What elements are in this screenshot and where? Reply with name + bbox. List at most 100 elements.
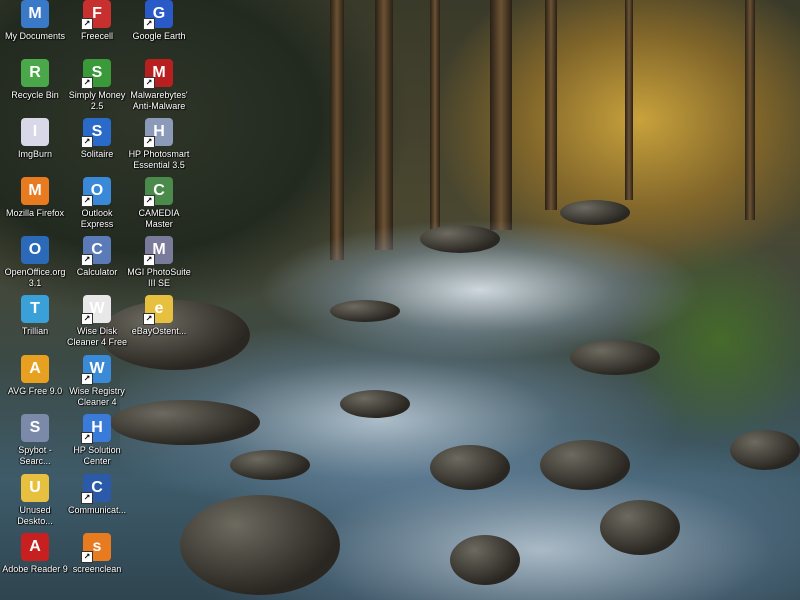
icon-glyph-mark: F bbox=[92, 5, 102, 22]
desktop-icon-label: CAMEDIA Master bbox=[138, 208, 180, 229]
desktop-icon[interactable]: W ↗ Wise Disk Cleaner 4 Free bbox=[64, 295, 130, 348]
desktop-icon[interactable]: e ↗ eBayOstent... bbox=[126, 295, 192, 337]
shortcut-arrow-icon: ↗ bbox=[143, 313, 155, 325]
desktop-icon-label: Communicat... bbox=[67, 505, 127, 515]
shortcut-arrow-icon: ↗ bbox=[81, 77, 93, 89]
shortcut-arrow-icon: ↗ bbox=[81, 492, 93, 504]
desktop-icon[interactable]: C ↗ Communicat... bbox=[64, 474, 130, 516]
malwarebytes-icon: M ↗ bbox=[143, 59, 173, 89]
desktop-icon[interactable]: O ↗ Outlook Express bbox=[64, 177, 130, 230]
desktop-icon-label: Wise Registry Cleaner 4 bbox=[69, 386, 125, 407]
desktop-icon-label: My Documents bbox=[4, 31, 66, 41]
rock bbox=[420, 225, 500, 253]
desktop-icon-label: Wise Disk Cleaner 4 Free bbox=[66, 326, 128, 347]
shortcut-arrow-icon: ↗ bbox=[143, 77, 155, 89]
desktop-icon[interactable]: T Trillian bbox=[2, 295, 68, 337]
mgi-photosuite-icon: M ↗ bbox=[143, 236, 173, 266]
desktop-icon[interactable]: I ImgBurn bbox=[2, 118, 68, 160]
desktop-icon-label: AVG Free 9.0 bbox=[7, 386, 63, 396]
icon-glyph-mark: M bbox=[28, 182, 42, 199]
icon-glyph-mark: S bbox=[29, 419, 41, 436]
desktop-icon-label: Recycle Bin bbox=[11, 90, 59, 100]
rock bbox=[180, 495, 340, 595]
icon-glyph-mark: S bbox=[91, 64, 103, 81]
desktop-icon-label: Spybot - Searc... bbox=[18, 445, 52, 466]
rock bbox=[340, 390, 410, 418]
rock bbox=[730, 430, 800, 470]
adobe-reader-icon: A bbox=[21, 533, 49, 561]
rock bbox=[560, 200, 630, 225]
tree-trunk bbox=[545, 0, 557, 210]
shortcut-arrow-icon: ↗ bbox=[81, 432, 93, 444]
desktop-icon[interactable]: A AVG Free 9.0 bbox=[2, 355, 68, 397]
desktop-icon-label: Adobe Reader 9 bbox=[2, 564, 68, 574]
desktop-icon[interactable]: C ↗ CAMEDIA Master bbox=[126, 177, 192, 230]
desktop-icon[interactable]: M ↗ Malwarebytes' Anti-Malware bbox=[126, 59, 192, 112]
icon-glyph-mark: T bbox=[30, 300, 40, 317]
solitaire-icon: S ↗ bbox=[81, 118, 111, 148]
desktop-icon[interactable]: W ↗ Wise Registry Cleaner 4 bbox=[64, 355, 130, 408]
desktop-icon[interactable]: G ↗ Google Earth bbox=[126, 0, 192, 42]
desktop-icon-label: Simply Money 2.5 bbox=[68, 90, 126, 111]
icon-glyph-mark: M bbox=[28, 5, 42, 22]
desktop-icon[interactable]: H ↗ HP Solution Center bbox=[64, 414, 130, 467]
desktop-icon[interactable]: M My Documents bbox=[2, 0, 68, 42]
icon-glyph-mark: e bbox=[154, 300, 164, 317]
openoffice-icon: O bbox=[21, 236, 49, 264]
desktop-icon[interactable]: R Recycle Bin bbox=[2, 59, 68, 101]
desktop-icon-label: Unused Deskto... bbox=[17, 505, 53, 526]
desktop-icon[interactable]: S ↗ Simply Money 2.5 bbox=[64, 59, 130, 112]
rock bbox=[540, 440, 630, 490]
icon-glyph-mark: R bbox=[29, 64, 41, 81]
rock bbox=[110, 400, 260, 445]
icon-glyph-mark: I bbox=[32, 123, 38, 140]
desktop-icon[interactable]: A Adobe Reader 9 bbox=[2, 533, 68, 575]
desktop-icon[interactable]: F ↗ Freecell bbox=[64, 0, 130, 42]
tree-trunk bbox=[745, 0, 755, 220]
shortcut-arrow-icon: ↗ bbox=[81, 254, 93, 266]
desktop-icon-label: Malwarebytes' Anti-Malware bbox=[130, 90, 188, 111]
shortcut-arrow-icon: ↗ bbox=[81, 136, 93, 148]
desktop-icon[interactable]: M Mozilla Firefox bbox=[2, 177, 68, 219]
simply-money-icon: S ↗ bbox=[81, 59, 111, 89]
icon-glyph-mark: A bbox=[29, 360, 41, 377]
hp-solution-center-icon: H ↗ bbox=[81, 414, 111, 444]
desktop-icon-label: HP Photosmart Essential 3.5 bbox=[128, 149, 190, 170]
spybot-icon: S bbox=[21, 414, 49, 442]
desktop-icon[interactable]: s ↗ screenclean bbox=[64, 533, 130, 575]
desktop-icon-label: MGI PhotoSuite III SE bbox=[127, 267, 191, 288]
folder-documents-icon: M bbox=[21, 0, 49, 28]
desktop-icon-label: OpenOffice.org 3.1 bbox=[4, 267, 66, 288]
folder-icon: U bbox=[21, 474, 49, 502]
desktop-icon[interactable]: O OpenOffice.org 3.1 bbox=[2, 236, 68, 289]
desktop-icon[interactable]: S Spybot - Searc... bbox=[2, 414, 68, 467]
desktop-icon-label: Solitaire bbox=[80, 149, 114, 159]
shortcut-arrow-icon: ↗ bbox=[143, 254, 155, 266]
icon-glyph-mark: s bbox=[92, 538, 102, 555]
tree-trunk bbox=[490, 0, 512, 230]
calculator-icon: C ↗ bbox=[81, 236, 111, 266]
desktop-icon[interactable]: C ↗ Calculator bbox=[64, 236, 130, 278]
desktop-icon[interactable]: H ↗ HP Photosmart Essential 3.5 bbox=[126, 118, 192, 171]
camedia-icon: C ↗ bbox=[143, 177, 173, 207]
desktop-icon-label: Outlook Express bbox=[80, 208, 114, 229]
recycle-bin-icon: R bbox=[21, 59, 49, 87]
desktop-icon[interactable]: M ↗ MGI PhotoSuite III SE bbox=[126, 236, 192, 289]
shortcut-arrow-icon: ↗ bbox=[81, 373, 93, 385]
desktop-icon-label: screenclean bbox=[72, 564, 122, 574]
shortcut-arrow-icon: ↗ bbox=[143, 18, 155, 30]
desktop-icon-label: Calculator bbox=[76, 267, 118, 277]
desktop-icon-label: Google Earth bbox=[132, 31, 186, 41]
avg-icon: A bbox=[21, 355, 49, 383]
shortcut-arrow-icon: ↗ bbox=[143, 136, 155, 148]
desktop-icon-label: Mozilla Firefox bbox=[5, 208, 64, 218]
shortcut-arrow-icon: ↗ bbox=[81, 18, 93, 30]
icon-glyph-mark: U bbox=[29, 479, 41, 496]
shortcut-arrow-icon: ↗ bbox=[81, 551, 93, 563]
desktop-icon[interactable]: U Unused Deskto... bbox=[2, 474, 68, 527]
desktop-icon[interactable]: S ↗ Solitaire bbox=[64, 118, 130, 160]
tree-trunk bbox=[430, 0, 440, 230]
tree-trunk bbox=[375, 0, 393, 250]
desktop-icon-label: HP Solution Center bbox=[73, 445, 121, 466]
shortcut-arrow-icon: ↗ bbox=[81, 313, 93, 325]
